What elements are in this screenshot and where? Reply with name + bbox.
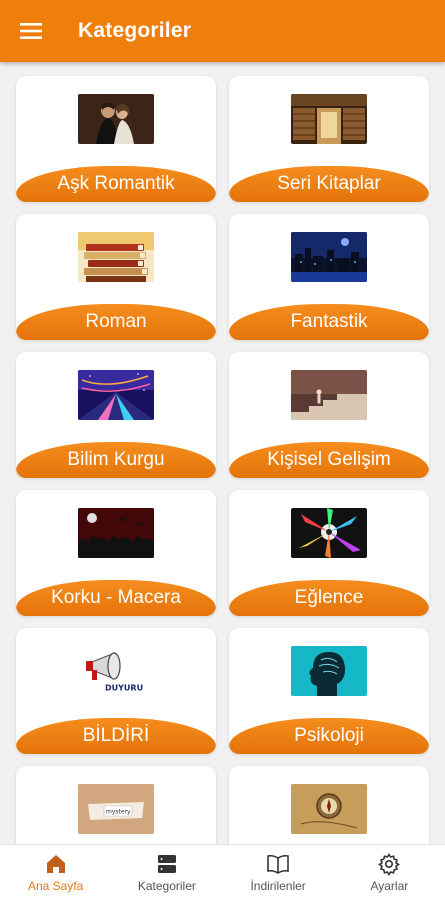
head-silhouette-image <box>291 646 367 696</box>
category-card-roman[interactable]: Roman <box>16 214 216 340</box>
duyuru-text: DUYURU <box>105 684 143 693</box>
scifi-neon-image <box>78 370 154 420</box>
home-icon <box>46 855 65 873</box>
megaphone-duyuru-image: DUYURU <box>78 646 154 696</box>
category-label: BİLDİRİ <box>16 718 216 754</box>
nav-label: İndirilenler <box>250 879 306 893</box>
bottom-navigation: Ana Sayfa Kategoriler İndirilenler Ayarl… <box>0 844 445 900</box>
app-bar: Kategoriler <box>0 0 445 62</box>
mystery-text: mystery <box>106 809 131 816</box>
category-label: Psikoloji <box>229 718 429 754</box>
horror-red-crowd-image <box>78 508 154 558</box>
nav-label: Ana Sayfa <box>27 879 84 893</box>
category-label: Seri Kitaplar <box>229 166 429 202</box>
category-label: Kişisel Gelişim <box>229 442 429 478</box>
menu-button[interactable] <box>0 0 62 62</box>
category-card-ask-romantik[interactable]: Aşk Romantik <box>16 76 216 202</box>
nav-kategoriler[interactable]: Kategoriler <box>111 845 222 900</box>
category-card-11[interactable]: mystery <box>16 766 216 844</box>
nav-ayarlar[interactable]: Ayarlar <box>334 845 445 900</box>
category-card-kisisel-gelisim[interactable]: Kişisel Gelişim <box>229 352 429 478</box>
nav-label: Ayarlar <box>370 879 409 893</box>
category-card-bilim-kurgu[interactable]: Bilim Kurgu <box>16 352 216 478</box>
category-grid: Aşk Romantik Seri Kitaplar Roman Fantast… <box>0 62 445 844</box>
category-label: Aşk Romantik <box>16 166 216 202</box>
category-label: Korku - Macera <box>16 580 216 616</box>
hamburger-menu-icon <box>20 23 42 39</box>
mystery-paper-image: mystery <box>78 784 154 834</box>
category-card-psikoloji[interactable]: Psikoloji <box>229 628 429 754</box>
stacked-list-icon <box>157 855 176 873</box>
category-label: Eğlence <box>229 580 429 616</box>
compass-map-image <box>291 784 367 834</box>
nav-label: Kategoriler <box>137 879 196 893</box>
category-grid-area: Aşk Romantik Seri Kitaplar Roman Fantast… <box>0 62 445 844</box>
category-card-fantastik[interactable]: Fantastik <box>229 214 429 340</box>
category-card-korku-macera[interactable]: Korku - Macera <box>16 490 216 616</box>
category-card-12[interactable] <box>229 766 429 844</box>
nav-ana-sayfa[interactable]: Ana Sayfa <box>0 845 111 900</box>
library-shelves-image <box>291 94 367 144</box>
category-card-seri-kitaplar[interactable]: Seri Kitaplar <box>229 76 429 202</box>
party-splash-image <box>291 508 367 558</box>
fantasy-night-city-image <box>291 232 367 282</box>
category-card-eglence[interactable]: Eğlence <box>229 490 429 616</box>
open-book-icon <box>267 854 289 874</box>
category-label: Bilim Kurgu <box>16 442 216 478</box>
category-label: Fantastik <box>229 304 429 340</box>
category-label: Roman <box>16 304 216 340</box>
category-card-bildiri[interactable]: DUYURU BİLDİRİ <box>16 628 216 754</box>
romantic-couple-image <box>78 94 154 144</box>
page-title: Kategoriler <box>78 19 192 42</box>
gear-icon <box>378 853 401 876</box>
nav-indirilenler[interactable]: İndirilenler <box>223 845 334 900</box>
book-stack-image <box>78 232 154 282</box>
stairs-climb-image <box>291 370 367 420</box>
